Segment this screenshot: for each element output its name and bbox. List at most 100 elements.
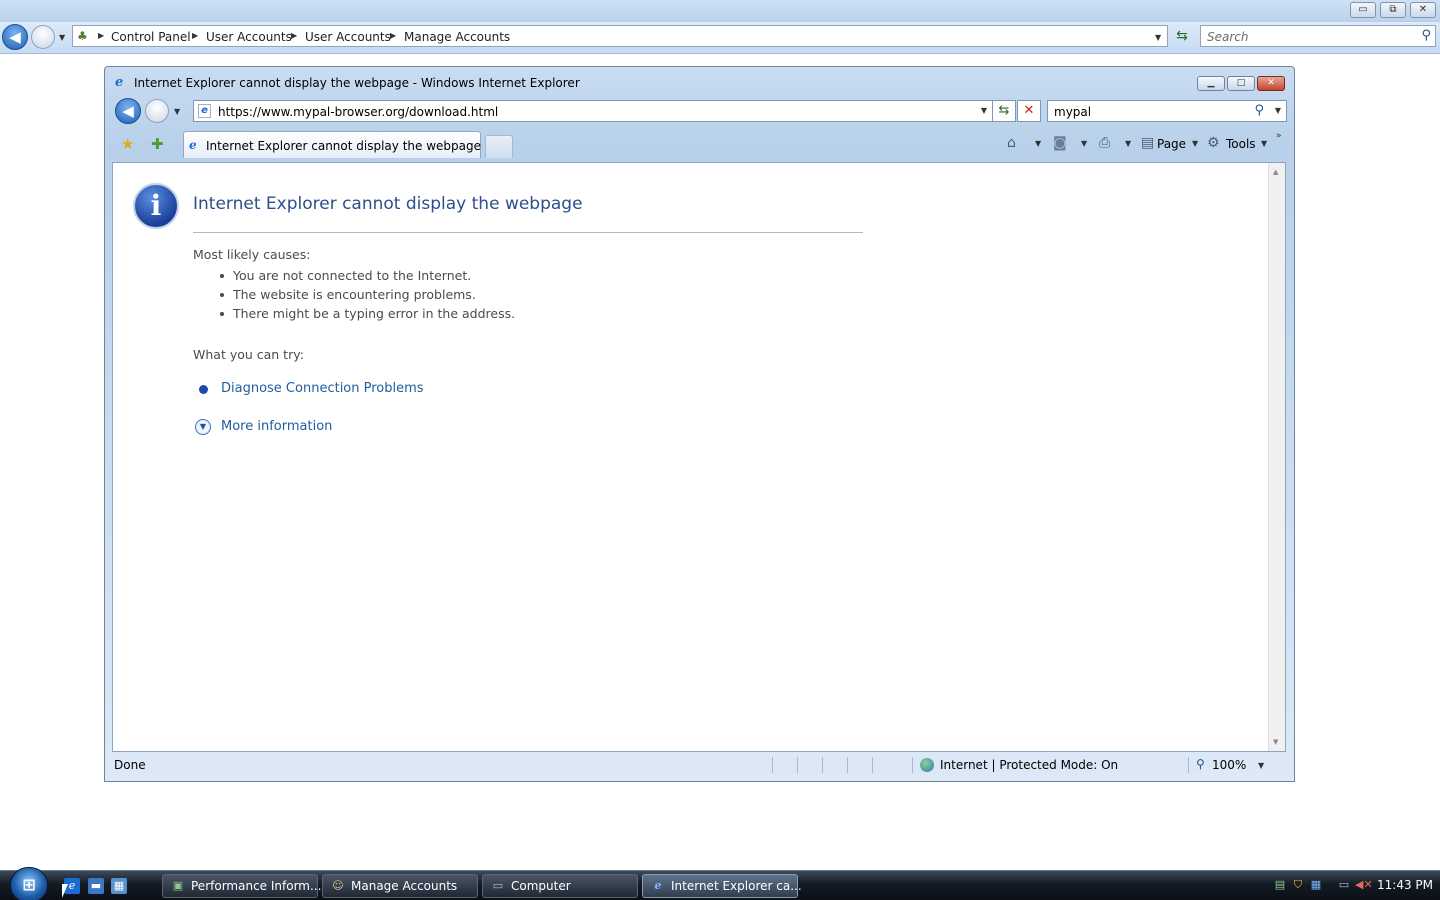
task-performance[interactable]: ▣ Performance Inform... — [162, 874, 322, 898]
ie-forward-button[interactable] — [145, 99, 169, 123]
page-icon[interactable]: ▤ — [1141, 135, 1154, 151]
print-icon[interactable]: ⎙ — [1099, 135, 1110, 151]
breadcrumb-user-accounts[interactable]: User Accounts — [206, 30, 292, 44]
recent-pages-chevron-down-icon[interactable]: ▼ — [59, 33, 65, 42]
ie-icon: e — [654, 879, 662, 892]
scroll-up-arrow-icon[interactable]: ▲ — [1273, 168, 1278, 176]
security-zone-text[interactable]: Internet | Protected Mode: On — [940, 758, 1118, 772]
search-placeholder: Search — [1207, 30, 1249, 44]
home-chevron-down-icon[interactable]: ▼ — [1035, 139, 1041, 148]
print-chevron-down-icon[interactable]: ▼ — [1125, 139, 1131, 148]
more-information-link[interactable]: More information — [221, 419, 332, 434]
new-tab-button[interactable] — [485, 135, 513, 158]
refresh-icon[interactable]: ⇆ — [992, 100, 1016, 122]
performance-icon: ▣ — [172, 879, 184, 892]
address-dropdown-chevron-down-icon[interactable]: ▼ — [981, 106, 987, 115]
explorer-navigation-bar: ◀ ▼ ♣ ▶ Control Panel ▶ User Accounts ▶ … — [0, 22, 1440, 54]
page-icon: e — [198, 104, 211, 118]
tray-network-status-icon[interactable]: ▤ — [1273, 878, 1287, 892]
zoom-chevron-down-icon[interactable]: ▼ — [1258, 761, 1264, 770]
vertical-scrollbar[interactable]: ▲ ▼ — [1268, 163, 1285, 751]
show-desktop-icon[interactable]: ▬ — [88, 878, 104, 894]
tab-current-page[interactable]: e Internet Explorer cannot display the w… — [183, 131, 481, 158]
start-button[interactable]: ⊞ — [10, 867, 48, 900]
ie-logo-icon: e — [115, 75, 124, 90]
tray-security-shield-icon[interactable]: ⛉ — [1291, 878, 1305, 892]
switch-windows-icon[interactable]: ▦ — [111, 878, 127, 894]
expand-chevron-down-icon[interactable]: ▼ — [195, 419, 211, 435]
tools-chevron-down-icon[interactable]: ▼ — [1261, 139, 1267, 148]
more-commands-chevron-icon[interactable]: » — [1276, 131, 1282, 141]
diagnose-connection-link[interactable]: Diagnose Connection Problems — [221, 381, 424, 396]
ie-back-button[interactable]: ◀ — [115, 98, 141, 124]
task-computer[interactable]: ▭ Computer — [482, 874, 638, 898]
zoom-level[interactable]: 100% — [1212, 758, 1246, 772]
try-heading: What you can try: — [193, 347, 304, 362]
page-menu-button[interactable]: Page — [1157, 137, 1186, 151]
status-divider — [1188, 757, 1189, 773]
bullet-icon — [220, 293, 224, 297]
page-chevron-down-icon[interactable]: ▼ — [1192, 139, 1198, 148]
ie-minimize-button[interactable]: ▁ — [1197, 76, 1225, 91]
feeds-icon[interactable]: ◙ — [1053, 135, 1067, 151]
task-label: Performance Inform... — [191, 879, 322, 893]
tray-windows-update-icon[interactable]: ▦ — [1309, 878, 1323, 892]
diagnose-bullet-icon — [199, 385, 208, 394]
add-favorites-icon[interactable]: ✚ — [151, 135, 164, 153]
explorer-search-input[interactable]: Search ⚲ — [1200, 25, 1436, 47]
search-icon[interactable]: ⚲ — [1421, 28, 1431, 43]
url-text[interactable]: https://www.mypal-browser.org/download.h… — [218, 105, 498, 119]
stop-icon[interactable]: ✕ — [1017, 100, 1041, 122]
explorer-minimize-button[interactable]: ▭ — [1350, 2, 1376, 18]
breadcrumb-separator-icon[interactable]: ▶ — [291, 31, 297, 40]
tray-volume-muted-icon[interactable]: ◀✕ — [1355, 878, 1373, 892]
breadcrumb-user-accounts-sub[interactable]: User Accounts — [305, 30, 391, 44]
internet-zone-globe-icon[interactable] — [920, 758, 934, 772]
ie-recent-pages-chevron-down-icon[interactable]: ▼ — [174, 107, 180, 116]
control-panel-icon: ♣ — [77, 29, 88, 43]
status-divider — [772, 757, 773, 773]
address-history-chevron-down-icon[interactable]: ▼ — [1155, 33, 1161, 42]
tools-menu-button[interactable]: Tools — [1226, 137, 1256, 151]
page-content: i Internet Explorer cannot display the w… — [112, 162, 1286, 752]
breadcrumb-separator-icon[interactable]: ▶ — [192, 31, 198, 40]
explorer-restore-button[interactable]: ⧉ — [1380, 2, 1406, 18]
ie-logo-icon: e — [189, 138, 197, 152]
explorer-titlebar: ▭ ⧉ ✕ — [0, 0, 1440, 22]
ie-search-input[interactable]: mypal ⚲ ▼ — [1047, 100, 1287, 122]
task-label: Computer — [511, 879, 571, 893]
gear-icon[interactable]: ⚙ — [1207, 135, 1220, 151]
ie-close-button[interactable]: ✕ — [1257, 76, 1285, 91]
window-title: Internet Explorer cannot display the web… — [134, 76, 580, 90]
breadcrumb-manage-accounts[interactable]: Manage Accounts — [404, 30, 510, 44]
explorer-address-bar[interactable]: ♣ ▶ Control Panel ▶ User Accounts ▶ User… — [72, 25, 1168, 47]
scroll-down-arrow-icon[interactable]: ▼ — [1273, 738, 1278, 746]
explorer-forward-button[interactable] — [31, 25, 55, 49]
clock[interactable]: 11:43 PM — [1377, 878, 1433, 892]
cause-item: You are not connected to the Internet. — [233, 268, 472, 283]
status-divider — [912, 757, 913, 773]
tray-network-icon[interactable]: ▭ — [1337, 878, 1351, 892]
refresh-icon[interactable]: ⇆ — [1171, 25, 1193, 47]
task-manage-accounts[interactable]: ☺ Manage Accounts — [322, 874, 478, 898]
taskbar: ⊞ e ▬ ▦ ▣ Performance Inform... ☺ Manage… — [0, 867, 1440, 900]
favorites-star-icon[interactable]: ★ — [121, 135, 134, 153]
status-divider — [872, 757, 873, 773]
search-icon[interactable]: ⚲ — [1254, 103, 1264, 118]
ie-maximize-button[interactable]: □ — [1227, 76, 1255, 91]
status-divider — [822, 757, 823, 773]
status-bar: Done Internet | Protected Mode: On ⚲ 100… — [112, 755, 1286, 775]
status-divider — [847, 757, 848, 773]
explorer-back-button[interactable]: ◀ — [2, 24, 28, 50]
ie-address-bar[interactable]: e https://www.mypal-browser.org/download… — [193, 100, 993, 122]
zoom-magnifier-icon[interactable]: ⚲ — [1196, 757, 1205, 771]
search-value[interactable]: mypal — [1054, 105, 1091, 119]
breadcrumb-control-panel[interactable]: Control Panel — [111, 30, 191, 44]
breadcrumb-separator-icon[interactable]: ▶ — [390, 31, 396, 40]
search-provider-chevron-down-icon[interactable]: ▼ — [1275, 106, 1281, 115]
users-icon: ☺ — [332, 879, 344, 892]
task-internet-explorer[interactable]: e Internet Explorer ca... — [642, 874, 802, 898]
explorer-close-button[interactable]: ✕ — [1410, 2, 1436, 18]
feeds-chevron-down-icon[interactable]: ▼ — [1081, 139, 1087, 148]
home-icon[interactable]: ⌂ — [1007, 135, 1016, 151]
